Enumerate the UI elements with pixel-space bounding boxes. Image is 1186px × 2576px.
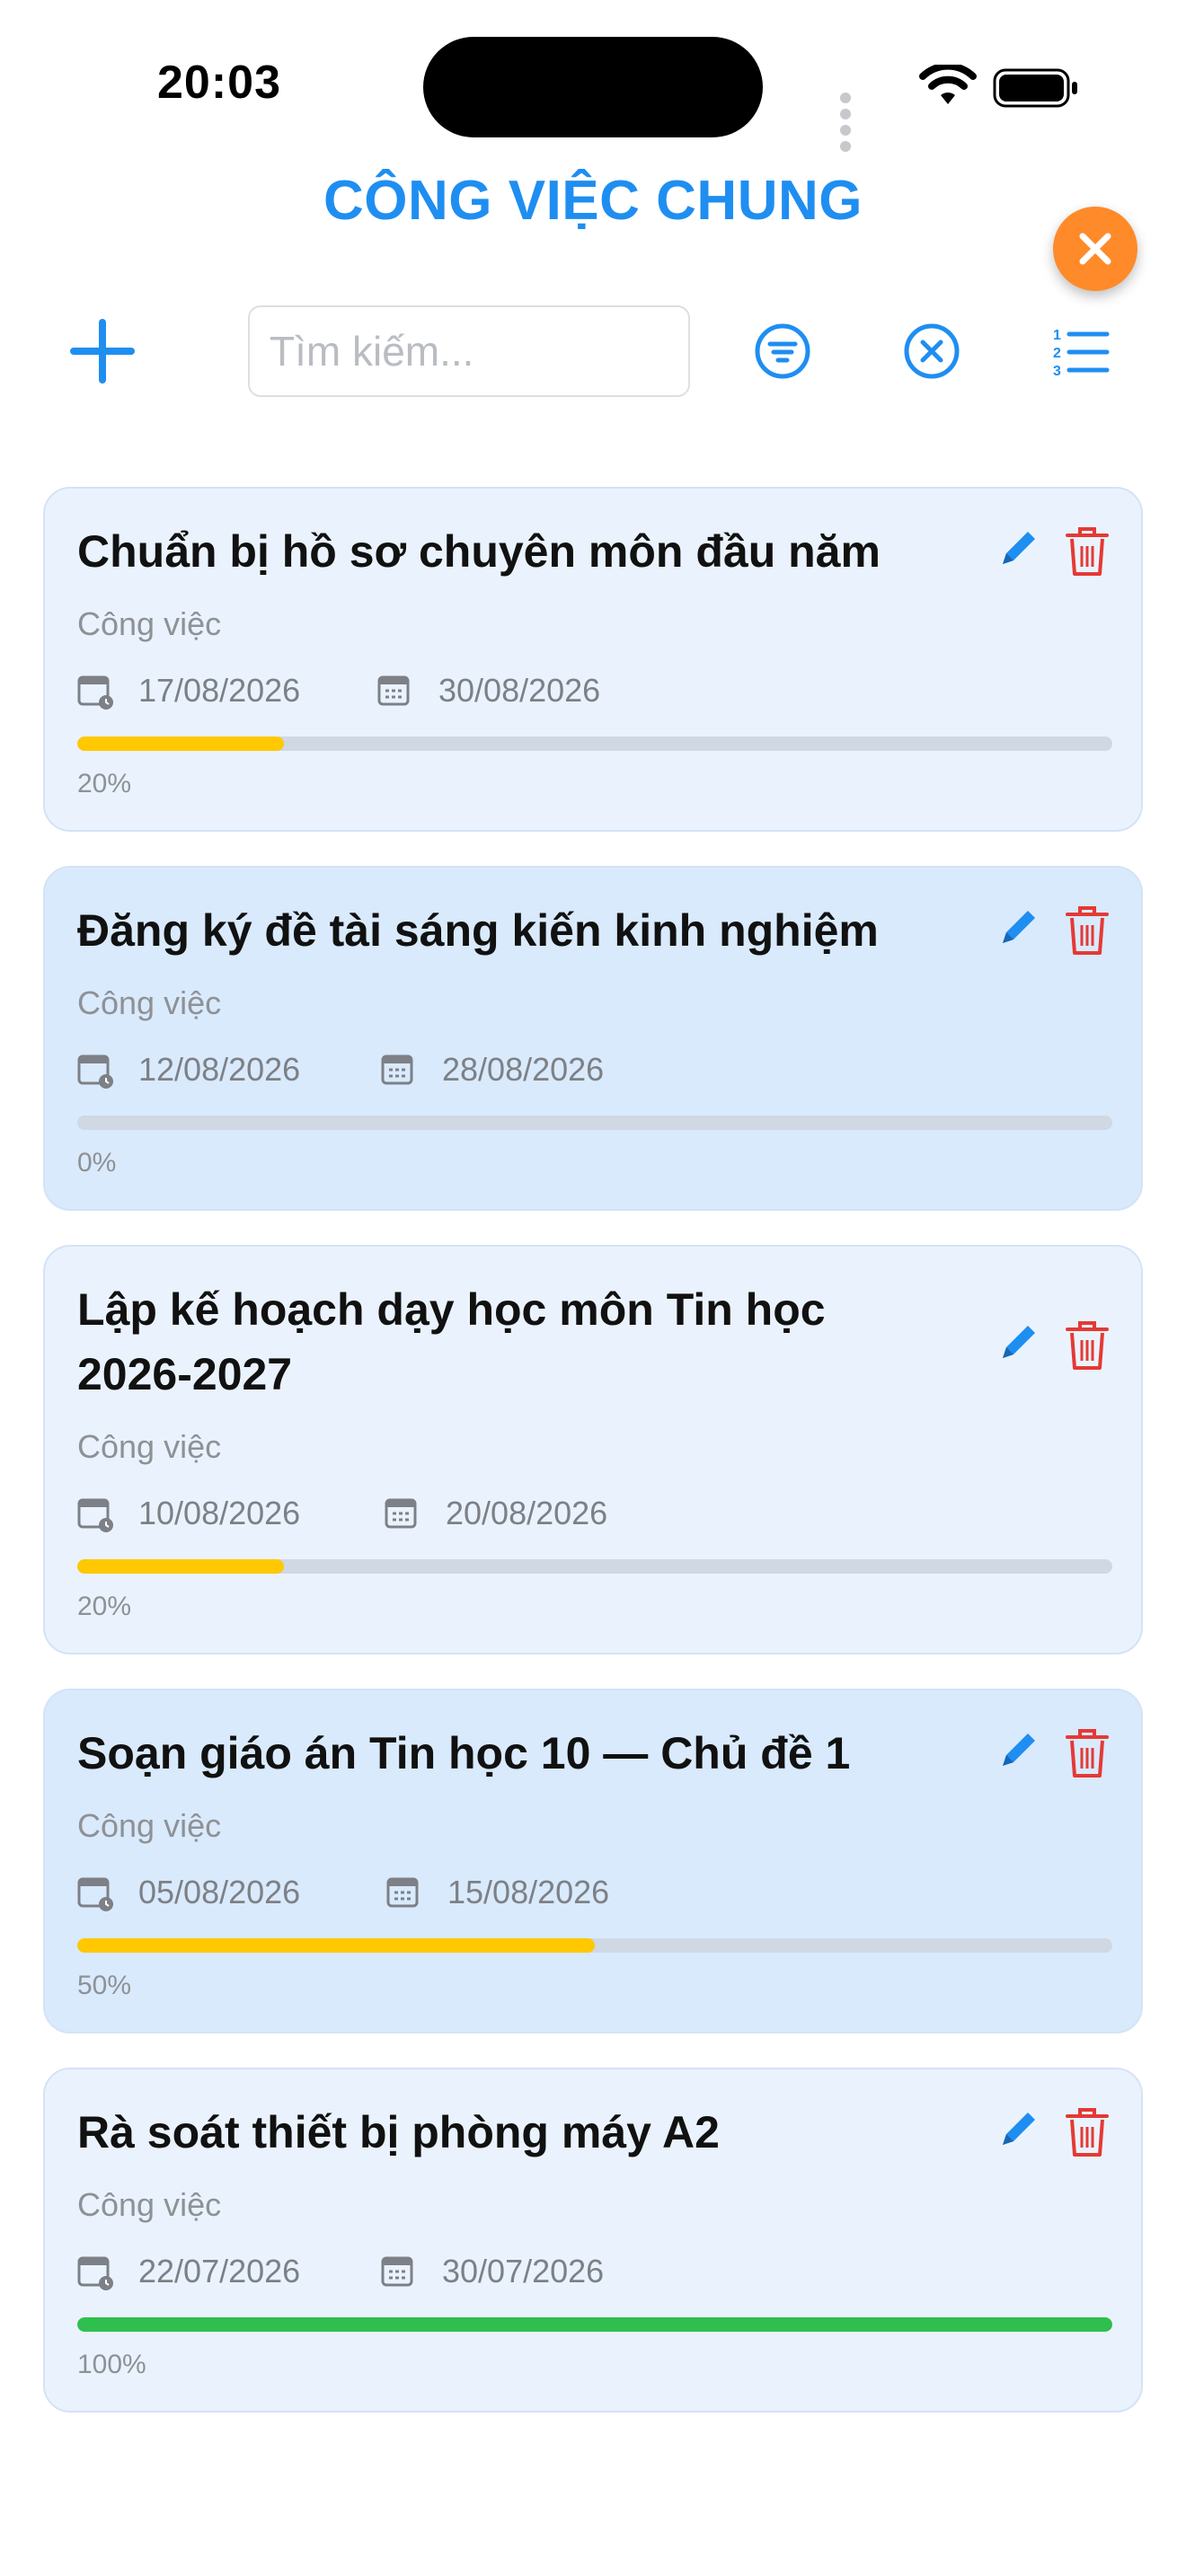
- calendar-clock-icon: [77, 1054, 113, 1089]
- trash-icon[interactable]: [1064, 904, 1111, 957]
- pencil-icon[interactable]: [994, 904, 1042, 952]
- progress-bar: [77, 737, 1112, 751]
- calendar-icon: [381, 2256, 413, 2287]
- task-category: Công việc: [77, 984, 222, 1021]
- progress-fill: [77, 2317, 1112, 2332]
- progress-bar: [77, 2317, 1112, 2332]
- start-date: 17/08/2026: [138, 672, 301, 709]
- calendar-clock-icon: [77, 2256, 113, 2290]
- task-title: Chuẩn bị hồ sơ chuyên môn đầu năm: [77, 526, 881, 577]
- trash-icon[interactable]: [1064, 2105, 1111, 2159]
- filter-button[interactable]: [753, 322, 812, 381]
- calendar-icon: [385, 1498, 417, 1529]
- progress-bar: [77, 1116, 1112, 1130]
- task-title: Soạn giáo án Tin học 10 — Chủ đề 1: [77, 1728, 851, 1778]
- progress-label: 100%: [77, 2350, 146, 2379]
- task-category: Công việc: [77, 2186, 222, 2223]
- svg-text:1: 1: [1053, 328, 1061, 343]
- progress-label: 20%: [77, 769, 132, 798]
- cellular-signal-icon: [840, 92, 856, 156]
- page-title: CÔNG VIỆC CHUNG: [323, 170, 863, 232]
- progress-label: 50%: [77, 1971, 132, 2000]
- task-actions: [994, 1319, 1120, 1376]
- task-category: Công việc: [77, 605, 222, 642]
- task-actions: [994, 2105, 1120, 2163]
- start-date: 22/07/2026: [138, 2253, 301, 2289]
- trash-icon[interactable]: [1064, 1726, 1111, 1780]
- progress-label: 20%: [77, 1592, 132, 1621]
- calendar-clock-icon: [77, 1498, 113, 1532]
- task-actions: [994, 1726, 1120, 1784]
- calendar-icon: [381, 1054, 413, 1085]
- task-title: Đăng ký đề tài sáng kiến kinh nghiệm: [77, 905, 879, 956]
- svg-text:2: 2: [1053, 346, 1061, 361]
- add-task-button[interactable]: [70, 319, 135, 384]
- end-date: 28/08/2026: [442, 1051, 605, 1088]
- task-title: Rà soát thiết bị phòng máy A2: [77, 2107, 720, 2157]
- task-category: Công việc: [77, 1428, 222, 1465]
- dynamic-island: [423, 37, 763, 137]
- progress-label: 0%: [77, 1148, 117, 1178]
- progress-bar: [77, 1938, 1112, 1953]
- pencil-icon[interactable]: [994, 1319, 1042, 1367]
- pencil-icon[interactable]: [994, 525, 1042, 573]
- progress-bar: [77, 1559, 1112, 1574]
- svg-text:3: 3: [1053, 364, 1061, 379]
- end-date: 30/08/2026: [438, 672, 601, 709]
- task-actions: [994, 904, 1120, 961]
- screen: 20:03 CÔNG VIỆC CHUNG 1: [0, 0, 1186, 2576]
- start-date: 05/08/2026: [138, 1874, 301, 1910]
- end-date: 20/08/2026: [446, 1495, 608, 1531]
- calendar-clock-icon: [77, 675, 113, 710]
- clear-filter-button[interactable]: [902, 322, 961, 381]
- task-card[interactable]: Lập kế hoạch dạy học môn Tin học 2026-20…: [43, 1245, 1143, 1654]
- search-input[interactable]: [248, 305, 690, 397]
- start-date: 10/08/2026: [138, 1495, 301, 1531]
- calendar-clock-icon: [77, 1877, 113, 1911]
- wifi-icon: [919, 65, 977, 104]
- progress-fill: [77, 737, 285, 751]
- close-icon: [1079, 233, 1111, 265]
- end-date: 15/08/2026: [447, 1874, 610, 1910]
- task-card[interactable]: Rà soát thiết bị phòng máy A2 Công việc …: [43, 2068, 1143, 2413]
- task-card[interactable]: Soạn giáo án Tin học 10 — Chủ đề 1 Công …: [43, 1689, 1143, 2033]
- pencil-icon[interactable]: [994, 2105, 1042, 2154]
- calendar-icon: [386, 1877, 419, 1908]
- progress-fill: [77, 1559, 285, 1574]
- start-date: 12/08/2026: [138, 1051, 301, 1088]
- sort-list-button[interactable]: 1 2 3: [1051, 322, 1111, 381]
- close-button[interactable]: [1053, 207, 1137, 291]
- calendar-icon: [377, 675, 410, 706]
- task-card[interactable]: Chuẩn bị hồ sơ chuyên môn đầu năm Công v…: [43, 487, 1143, 832]
- status-time: 20:03: [157, 57, 281, 109]
- task-title: Lập kế hoạch dạy học môn Tin học 2026-20…: [77, 1284, 826, 1399]
- progress-fill: [77, 1938, 595, 1953]
- trash-icon[interactable]: [1064, 525, 1111, 578]
- pencil-icon[interactable]: [994, 1726, 1042, 1775]
- end-date: 30/07/2026: [442, 2253, 605, 2289]
- trash-icon[interactable]: [1064, 1319, 1111, 1372]
- task-card[interactable]: Đăng ký đề tài sáng kiến kinh nghiệm Côn…: [43, 866, 1143, 1211]
- task-actions: [994, 525, 1120, 582]
- task-category: Công việc: [77, 1807, 222, 1844]
- battery-icon: [993, 68, 1077, 108]
